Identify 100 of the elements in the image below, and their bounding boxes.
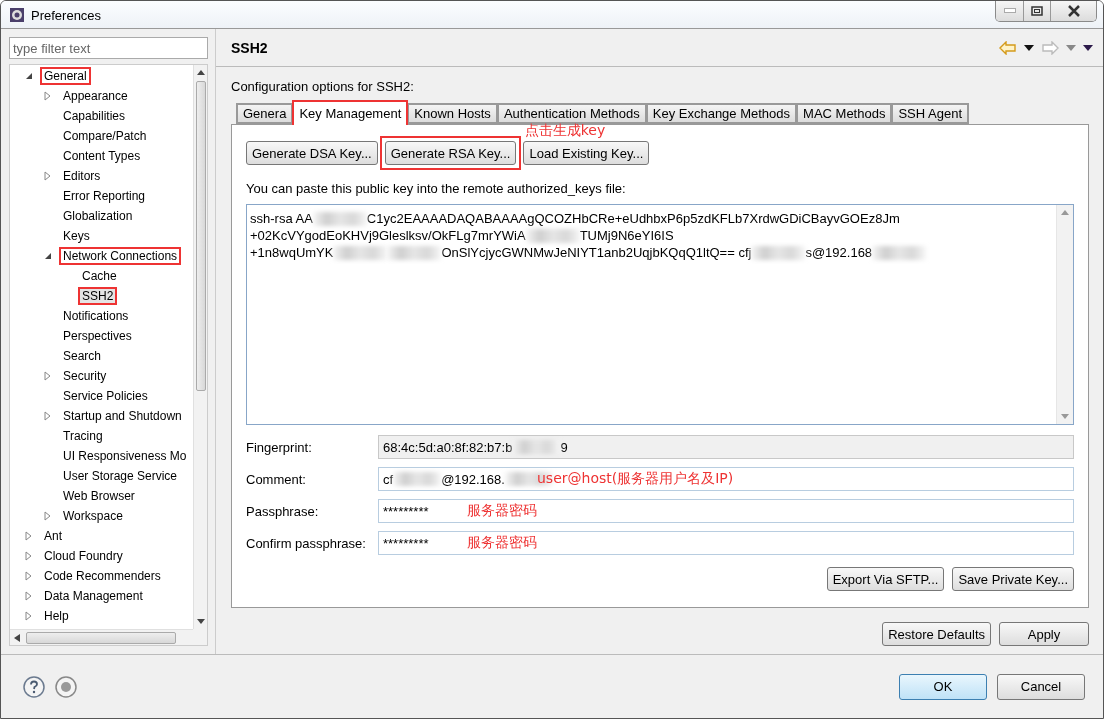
- tree-item[interactable]: UI Responsiveness Mo: [59, 447, 191, 465]
- generate-key-button[interactable]: Generate RSA Key...: [384, 141, 517, 165]
- expand-triangle-icon[interactable]: [43, 511, 53, 521]
- field-text: *********: [383, 503, 429, 519]
- tree-item[interactable]: SSH2: [78, 287, 118, 305]
- help-icon[interactable]: [23, 675, 45, 698]
- redaction-mark: [512, 440, 561, 454]
- text-field[interactable]: ********* 服务器密码: [378, 499, 1074, 523]
- scroll-up-icon[interactable]: [196, 69, 205, 75]
- tab[interactable]: Genera: [236, 103, 294, 124]
- tree-item[interactable]: Service Policies: [59, 387, 152, 405]
- redaction-mark: [387, 245, 442, 260]
- field-text: *********: [383, 535, 429, 551]
- field-label: Comment:: [246, 471, 307, 487]
- key-text: +02KcVYgodEoKHVj9Gleslksv/OkFLg7mrYWiA: [250, 227, 526, 244]
- dialog-button[interactable]: OK: [899, 673, 987, 700]
- tree-item[interactable]: Keys: [59, 227, 94, 245]
- generate-key-button[interactable]: Load Existing Key...: [523, 141, 650, 165]
- redaction-mark: [872, 245, 927, 260]
- collapse-triangle-icon[interactable]: [43, 251, 53, 261]
- close-button[interactable]: [1050, 1, 1096, 21]
- scrollbar-thumb[interactable]: [26, 631, 176, 644]
- expand-triangle-icon[interactable]: [43, 171, 53, 181]
- expand-triangle-icon[interactable]: [24, 531, 34, 541]
- expand-triangle-icon[interactable]: [24, 571, 34, 581]
- tree-item[interactable]: Help: [40, 607, 73, 625]
- tree-item[interactable]: Perspectives: [59, 327, 136, 345]
- annotation-text: 服务器密码: [467, 502, 537, 520]
- tree-item[interactable]: Globalization: [59, 207, 137, 225]
- tree-item[interactable]: Error Reporting: [59, 187, 150, 205]
- tree-item[interactable]: Web Browser: [59, 487, 139, 505]
- key-text: TUMj9N6eYI6IS: [579, 227, 674, 244]
- tree-item[interactable]: Network Connections: [59, 247, 182, 265]
- forward-arrow-icon[interactable]: [1041, 40, 1059, 55]
- redaction-mark: [751, 245, 806, 260]
- app-icon: [9, 7, 25, 23]
- tree-item[interactable]: Notifications: [59, 307, 133, 325]
- field-text: 68:4c:5d:a0:8f:82:b7:b: [383, 439, 513, 455]
- key-text: +1n8wqUmYK: [250, 244, 334, 261]
- redaction-mark: [312, 211, 367, 226]
- redaction-mark: [333, 245, 388, 260]
- tree-item[interactable]: Data Management: [40, 587, 147, 605]
- dialog-button[interactable]: Cancel: [997, 673, 1085, 700]
- tree-item[interactable]: Ant: [40, 527, 66, 545]
- annotation-text: 点击生成key: [524, 122, 606, 140]
- tree-item[interactable]: User Storage Service: [59, 467, 182, 485]
- tree-item[interactable]: Workspace: [59, 507, 127, 525]
- tree-item[interactable]: Tracing: [59, 427, 107, 445]
- dropdown-caret-icon[interactable]: [1024, 44, 1034, 51]
- text-field[interactable]: cf @192.168. user@host(服务器用户名及IP): [378, 467, 1074, 491]
- text-field[interactable]: 68:4c:5d:a0:8f:82:b7:b 9: [378, 435, 1074, 459]
- window-title: Preferences: [31, 8, 102, 23]
- tab[interactable]: Authentication Methods: [496, 103, 647, 124]
- export-button[interactable]: Export Via SFTP...: [826, 567, 945, 591]
- annotation-text: user@host(服务器用户名及IP): [537, 470, 734, 488]
- tab[interactable]: SSH Agent: [891, 103, 970, 124]
- tree-item[interactable]: Compare/Patch: [59, 127, 151, 145]
- scroll-left-icon[interactable]: [14, 633, 20, 642]
- page-title: SSH2: [231, 39, 268, 56]
- text-field[interactable]: ********* 服务器密码: [378, 531, 1074, 555]
- maximize-icon: [1031, 6, 1043, 16]
- tree-item[interactable]: General: [40, 67, 91, 85]
- scroll-down-icon[interactable]: [196, 619, 205, 625]
- collapse-triangle-icon[interactable]: [24, 71, 34, 81]
- expand-triangle-icon[interactable]: [43, 91, 53, 101]
- tree-item[interactable]: Search: [59, 347, 106, 365]
- expand-triangle-icon[interactable]: [24, 551, 34, 561]
- tree-item[interactable]: Cache: [78, 267, 121, 285]
- tree-item[interactable]: Startup and Shutdown: [59, 407, 186, 425]
- key-text: OnSlYcjycGWNMwJeNIYT1anb2UqjbKQqQ1ltQ== cfj: [441, 244, 752, 261]
- tree-item[interactable]: Content Types: [59, 147, 145, 165]
- page-button[interactable]: Restore Defaults: [882, 622, 991, 646]
- export-button[interactable]: Save Private Key...: [952, 567, 1074, 591]
- tab[interactable]: Known Hosts: [407, 103, 498, 124]
- expand-triangle-icon[interactable]: [43, 411, 53, 421]
- expand-triangle-icon[interactable]: [24, 611, 34, 621]
- tab[interactable]: Key Exchange Methods: [645, 103, 798, 124]
- tree-item[interactable]: Editors: [59, 167, 105, 185]
- filter-field[interactable]: type filter text: [9, 37, 208, 59]
- tree-item[interactable]: Appearance: [59, 87, 132, 105]
- redaction-mark: [393, 472, 442, 486]
- maximize-button[interactable]: [1023, 1, 1050, 21]
- tree-item[interactable]: Cloud Foundry: [40, 547, 127, 565]
- annotation-text: 服务器密码: [467, 534, 537, 552]
- back-arrow-icon[interactable]: [999, 40, 1017, 55]
- scrollbar-thumb[interactable]: [195, 81, 206, 391]
- tab[interactable]: Key Management: [292, 100, 409, 125]
- page-description: Configuration options for SSH2:: [231, 79, 415, 94]
- tree-item[interactable]: Security: [59, 367, 111, 385]
- tab[interactable]: MAC Methods: [796, 103, 893, 124]
- field-text: @192.168.: [441, 471, 505, 487]
- tree-item[interactable]: Capabilities: [59, 107, 130, 125]
- field-text: cf: [383, 471, 394, 487]
- record-icon[interactable]: [55, 675, 77, 698]
- generate-key-button[interactable]: Generate DSA Key...: [246, 141, 378, 165]
- page-button[interactable]: Apply: [999, 622, 1089, 646]
- expand-triangle-icon[interactable]: [43, 371, 53, 381]
- field-label: Confirm passphrase:: [246, 535, 367, 551]
- tree-item[interactable]: Code Recommenders: [40, 567, 165, 585]
- expand-triangle-icon[interactable]: [24, 591, 34, 601]
